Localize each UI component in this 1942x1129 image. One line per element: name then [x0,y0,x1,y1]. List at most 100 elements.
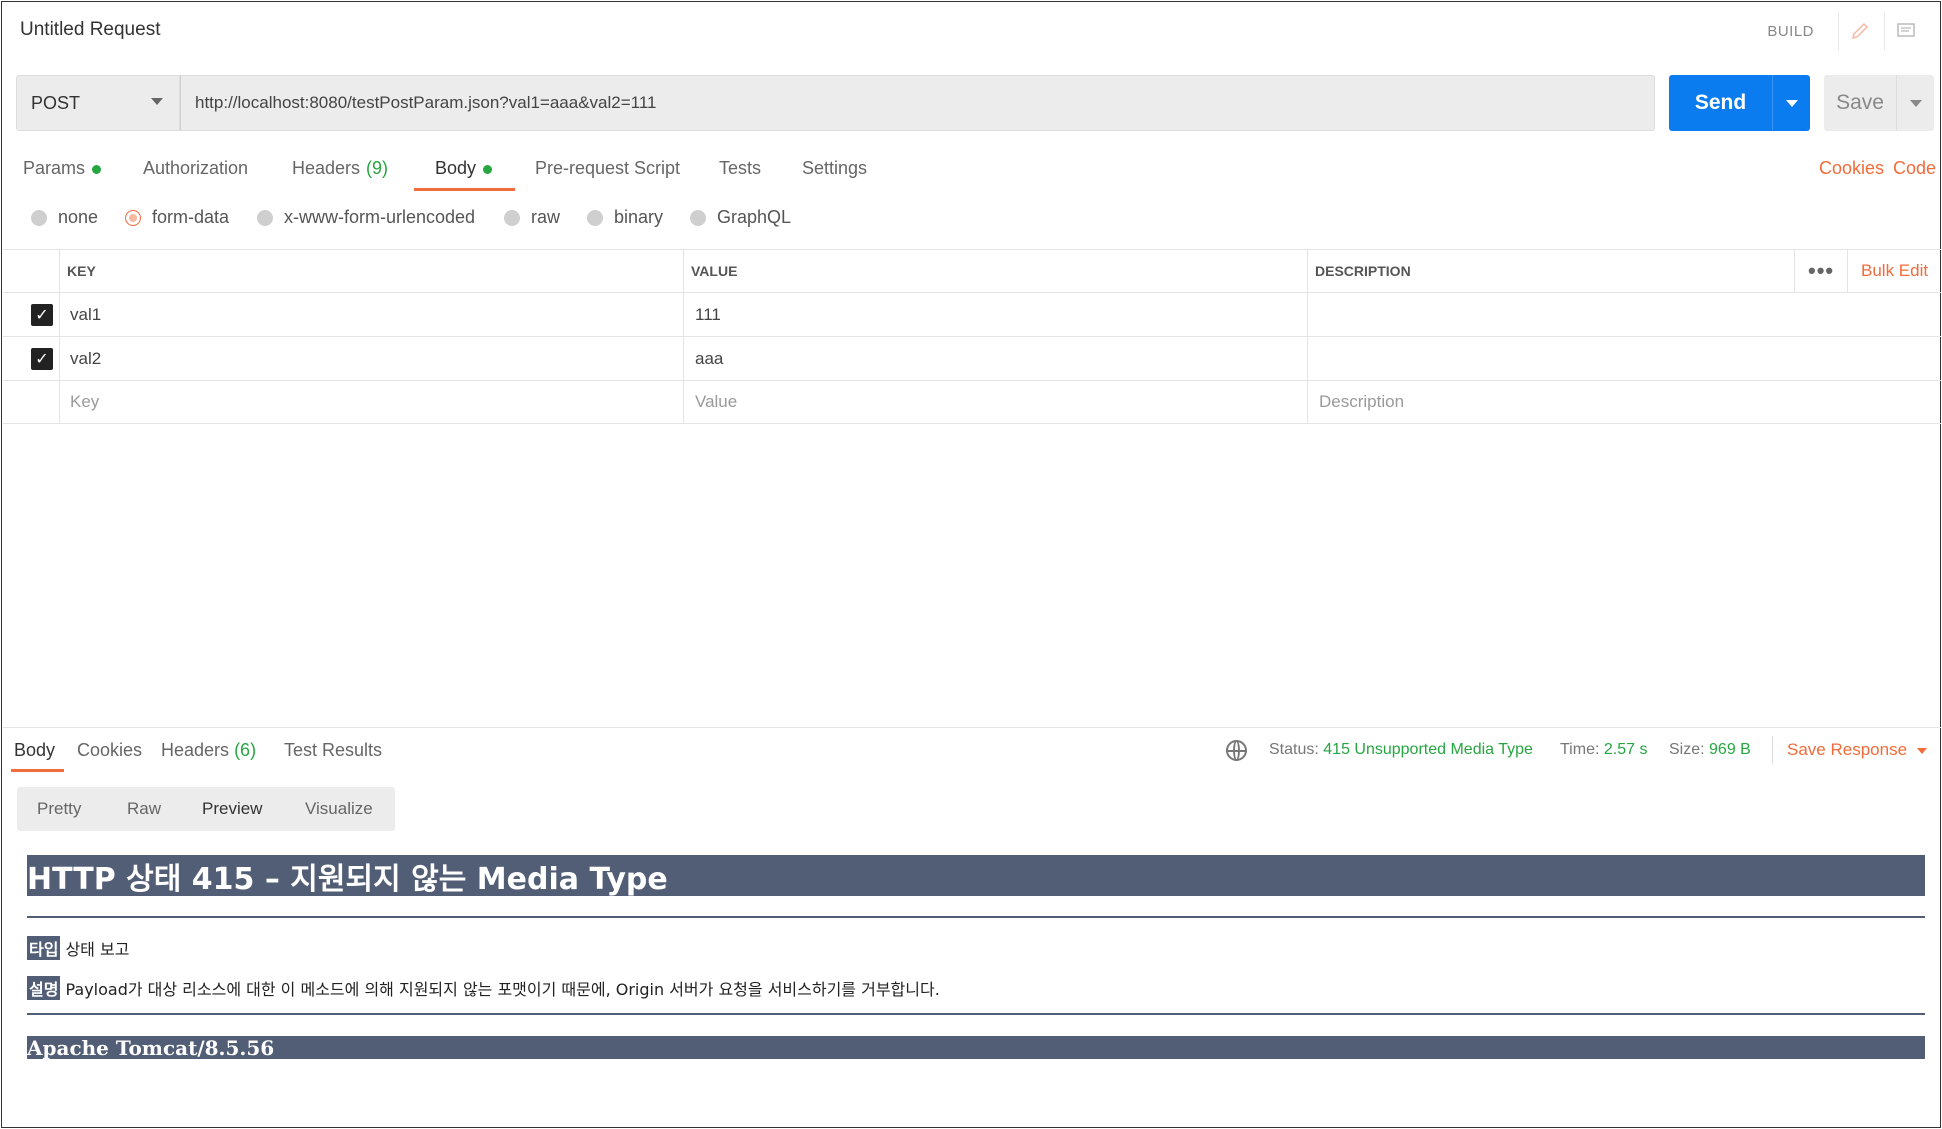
type-label: 타입 [27,936,61,960]
preview-heading: HTTP 상태 415 – 지원되지 않는 Media Type [27,855,1925,897]
build-mode-label[interactable]: BUILD [1767,23,1814,40]
radio-none-label: none [58,207,99,227]
status-label: Status: [1269,741,1319,758]
divider [1772,736,1773,764]
status-dot-icon [483,165,493,174]
headers-count: (9) [366,158,389,178]
active-response-tab-indicator [11,769,64,772]
server-signature: Apache Tomcat/8.5.56 [27,1036,1925,1060]
preview-divider [27,1013,1925,1015]
tab-body-label: Body [435,158,477,178]
new-description-input[interactable]: Description [1319,381,1404,423]
size-value[interactable]: 969 B [1709,741,1751,758]
size-label: Size: [1669,741,1705,758]
response-status: Status: 415 Unsupported Media Type [1269,741,1533,759]
radio-urlencoded[interactable]: x-www-form-urlencoded [257,207,475,228]
response-tab-body[interactable]: Body [14,740,55,761]
tab-params[interactable]: Params [23,150,102,194]
send-options-button[interactable] [1772,75,1810,131]
active-tab-indicator [414,188,515,191]
time-value[interactable]: 2.57 s [1604,741,1648,758]
save-response-label: Save Response [1787,740,1908,759]
preview-type-line: 타입 상태 보고 [27,936,129,960]
row-key[interactable]: val2 [70,337,101,380]
tab-tests-label: Tests [719,158,762,178]
view-tab-pretty[interactable]: Pretty [37,799,81,819]
url-value: http://localhost:8080/testPostParam.json… [195,93,657,112]
radio-binary[interactable]: binary [587,207,663,228]
tab-headers-label: Headers [292,158,361,178]
radio-graphql[interactable]: GraphQL [690,207,791,228]
method-select[interactable]: POST [16,75,180,131]
row-value[interactable]: 111 [695,293,721,336]
radio-circle [690,209,706,226]
response-headers-count: (6) [234,740,257,760]
comments-icon[interactable] [1884,12,1926,50]
save-button[interactable]: Save [1824,75,1896,131]
radio-urlencoded-label: x-www-form-urlencoded [284,207,476,227]
radio-circle [257,209,273,226]
tab-authorization[interactable]: Authorization [143,150,248,194]
tab-settings[interactable]: Settings [802,150,867,194]
view-tab-visualize[interactable]: Visualize [305,799,373,819]
cookies-link[interactable]: Cookies [1819,158,1884,179]
send-button[interactable]: Send [1669,75,1772,131]
row-value[interactable]: aaa [695,337,723,380]
description-label: 설명 [27,976,61,1000]
edit-icon[interactable] [1838,12,1880,50]
response-tab-cookies[interactable]: Cookies [77,740,142,761]
tab-settings-label: Settings [802,158,868,178]
radio-circle-selected [125,209,141,226]
code-link[interactable]: Code [1893,158,1936,179]
type-text: 상태 보고 [65,940,130,959]
response-tab-test-results[interactable]: Test Results [284,740,382,761]
view-tab-preview[interactable]: Preview [202,799,262,819]
chevron-down-icon [1917,747,1928,754]
preview-divider [27,916,1925,918]
description-text: Payload가 대상 리소스에 대한 이 메소드에 의해 지원되지 않는 포맷… [65,980,940,999]
new-key-input[interactable]: Key [70,381,99,423]
table-row-new: Key Value Description [3,380,1941,424]
tab-pre-request-label: Pre-request Script [535,158,681,178]
url-input[interactable]: http://localhost:8080/testPostParam.json… [180,75,1655,131]
radio-raw[interactable]: raw [504,207,560,228]
radio-circle [31,209,47,226]
request-title[interactable]: Untitled Request [20,19,160,41]
response-tab-headers[interactable]: Headers (6) [161,740,256,761]
radio-binary-label: binary [614,207,664,227]
radio-circle [587,209,603,226]
response-view-tabs: Pretty Raw Preview Visualize [17,787,395,831]
request-header: Untitled Request BUILD [2,2,1940,60]
table-header-row: KEY VALUE DESCRIPTION ••• Bulk Edit [3,249,1941,292]
more-options-icon[interactable]: ••• [1808,250,1834,292]
radio-form-data-label: form-data [152,207,230,227]
save-options-button[interactable] [1896,75,1934,131]
response-time: Time: 2.57 s [1560,741,1647,759]
tab-pre-request-script[interactable]: Pre-request Script [535,150,680,194]
radio-form-data[interactable]: form-data [125,207,229,228]
tab-params-label: Params [23,158,86,178]
row-checkbox[interactable]: ✓ [31,304,53,326]
save-response-button[interactable]: Save Response [1787,740,1928,760]
globe-icon[interactable] [1226,740,1247,761]
view-tab-raw[interactable]: Raw [127,799,161,819]
column-header-value: VALUE [691,263,738,279]
preview-description-line: 설명 Payload가 대상 리소스에 대한 이 메소드에 의해 지원되지 않는… [27,976,940,1000]
tab-headers[interactable]: Headers (9) [292,150,388,194]
row-checkbox[interactable]: ✓ [31,348,53,370]
column-header-key: KEY [67,263,96,279]
time-label: Time: [1560,741,1600,758]
table-row: ✓ val1 111 [3,292,1941,336]
response-tab-headers-label: Headers [161,740,230,760]
status-value[interactable]: 415 Unsupported Media Type [1323,741,1533,758]
response-tabs: Body Cookies Headers (6) Test Results [3,727,1941,777]
new-value-input[interactable]: Value [695,381,737,423]
status-dot-icon [92,165,102,174]
chevron-down-icon [1909,99,1922,107]
radio-none[interactable]: none [31,207,98,228]
method-value: POST [31,92,81,113]
bulk-edit-link[interactable]: Bulk Edit [1861,250,1928,292]
chevron-down-icon [151,98,163,105]
tab-tests[interactable]: Tests [719,150,761,194]
row-key[interactable]: val1 [70,293,101,336]
